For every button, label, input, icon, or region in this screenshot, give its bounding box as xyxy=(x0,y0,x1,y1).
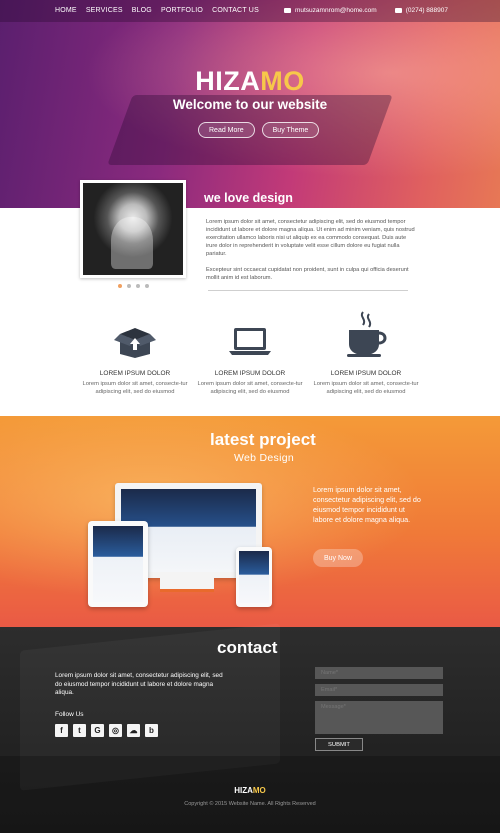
monitor-stand xyxy=(160,578,214,592)
slider-dot[interactable] xyxy=(136,284,140,288)
feature-box: LOREM IPSUM DOLOR Lorem ipsum dolor sit … xyxy=(75,318,195,396)
hero-section: HOME SERVICES BLOG PORTFOLIO CONTACT US … xyxy=(0,0,500,208)
about-text: Lorem ipsum dolor sit amet, consectetur … xyxy=(206,218,418,282)
about-title: we love design xyxy=(204,191,293,205)
contact-title: contact xyxy=(217,638,278,657)
submit-button[interactable]: SUBMIT xyxy=(315,738,363,751)
nav-item-services[interactable]: SERVICES xyxy=(86,7,123,14)
top-email-text: mutsuzamnrom@home.com xyxy=(294,7,377,14)
feature-title: LOREM IPSUM DOLOR xyxy=(99,370,171,377)
hero-buttons: Read More Buy Theme xyxy=(198,122,320,138)
slider-dot[interactable] xyxy=(127,284,131,288)
feature-coffee: LOREM IPSUM DOLOR Lorem ipsum dolor sit … xyxy=(306,306,426,396)
laptop-icon xyxy=(190,318,310,358)
latest-project-section: latest project Web Design Lorem ipsum do… xyxy=(0,416,500,627)
tablet-mockup xyxy=(88,521,148,607)
section-divider xyxy=(208,290,408,291)
box-icon xyxy=(75,318,195,358)
site-logo[interactable]: HIZAMO xyxy=(0,66,500,97)
slider-dot[interactable] xyxy=(145,284,149,288)
nav-item-blog[interactable]: BLOG xyxy=(132,7,152,14)
facebook-icon[interactable]: f xyxy=(55,724,68,737)
feature-title: LOREM IPSUM DOLOR xyxy=(330,370,402,377)
twitter-icon[interactable]: t xyxy=(73,724,86,737)
coffee-icon xyxy=(306,306,426,358)
slider-dot[interactable] xyxy=(118,284,122,288)
social-icons: f t G ◎ ☁ b xyxy=(55,724,158,737)
footer-logo-main: HIZA xyxy=(234,786,253,795)
feature-laptop: LOREM IPSUM DOLOR Lorem ipsum dolor sit … xyxy=(190,318,310,396)
follow-us-label: Follow Us xyxy=(55,711,84,718)
buy-now-button[interactable]: Buy Now xyxy=(313,549,363,567)
soundcloud-icon[interactable]: ☁ xyxy=(127,724,140,737)
name-field[interactable] xyxy=(315,667,443,679)
nav-item-contact-us[interactable]: CONTACT US xyxy=(212,7,259,14)
top-bar: HOME SERVICES BLOG PORTFOLIO CONTACT US … xyxy=(0,0,500,22)
phone-mockup xyxy=(236,547,272,607)
phone-icon xyxy=(394,8,402,13)
tablet-screen xyxy=(93,526,143,602)
buy-theme-button[interactable]: Buy Theme xyxy=(261,122,320,138)
top-phone: (0274) 888907 xyxy=(394,7,448,14)
hero-heading: Welcome to our website xyxy=(172,97,328,112)
message-field[interactable] xyxy=(315,701,443,734)
feature-text: Lorem ipsum dolor sit amet, consecte-tur… xyxy=(313,381,419,395)
top-contact-info: mutsuzamnrom@home.com (0274) 888907 xyxy=(283,7,448,14)
project-text: Lorem ipsum dolor sit amet, consectetur … xyxy=(313,485,421,524)
about-paragraph-1: Lorem ipsum dolor sit amet, consectetur … xyxy=(206,219,415,257)
phone-screen xyxy=(239,551,269,603)
google-icon[interactable]: G xyxy=(91,724,104,737)
top-email[interactable]: mutsuzamnrom@home.com xyxy=(283,7,377,14)
email-field[interactable] xyxy=(315,684,443,696)
dribbble-icon[interactable]: ◎ xyxy=(109,724,122,737)
project-title: latest project xyxy=(210,430,316,449)
feature-title: LOREM IPSUM DOLOR xyxy=(214,370,286,377)
read-more-button[interactable]: Read More xyxy=(198,122,255,138)
top-phone-text: (0274) 888907 xyxy=(405,7,448,14)
footer-logo[interactable]: HIZAMO xyxy=(0,786,500,795)
main-nav: HOME SERVICES BLOG PORTFOLIO CONTACT US xyxy=(55,7,259,14)
footer-logo-accent: MO xyxy=(252,786,266,795)
feature-text: Lorem ipsum dolor sit amet, consecte-tur… xyxy=(197,381,303,395)
nav-item-home[interactable]: HOME xyxy=(55,7,77,14)
nav-item-portfolio[interactable]: PORTFOLIO xyxy=(161,7,203,14)
feature-text: Lorem ipsum dolor sit amet, consecte-tur… xyxy=(82,381,188,395)
woman-photo xyxy=(83,183,183,275)
logo-main: HIZA xyxy=(195,66,261,96)
contact-text: Lorem ipsum dolor sit amet, consectetur … xyxy=(55,672,223,696)
envelope-icon xyxy=(283,8,291,13)
logo-accent: MO xyxy=(260,66,305,96)
copyright-text: Copyright © 2015 Website Name. All Right… xyxy=(184,801,316,807)
about-paragraph-2: Excepteur sint occaecat cupidatat non pr… xyxy=(206,267,409,281)
project-subtitle: Web Design xyxy=(234,452,295,464)
slider-dots xyxy=(118,284,149,288)
blogger-icon[interactable]: b xyxy=(145,724,158,737)
about-photo xyxy=(80,180,186,278)
